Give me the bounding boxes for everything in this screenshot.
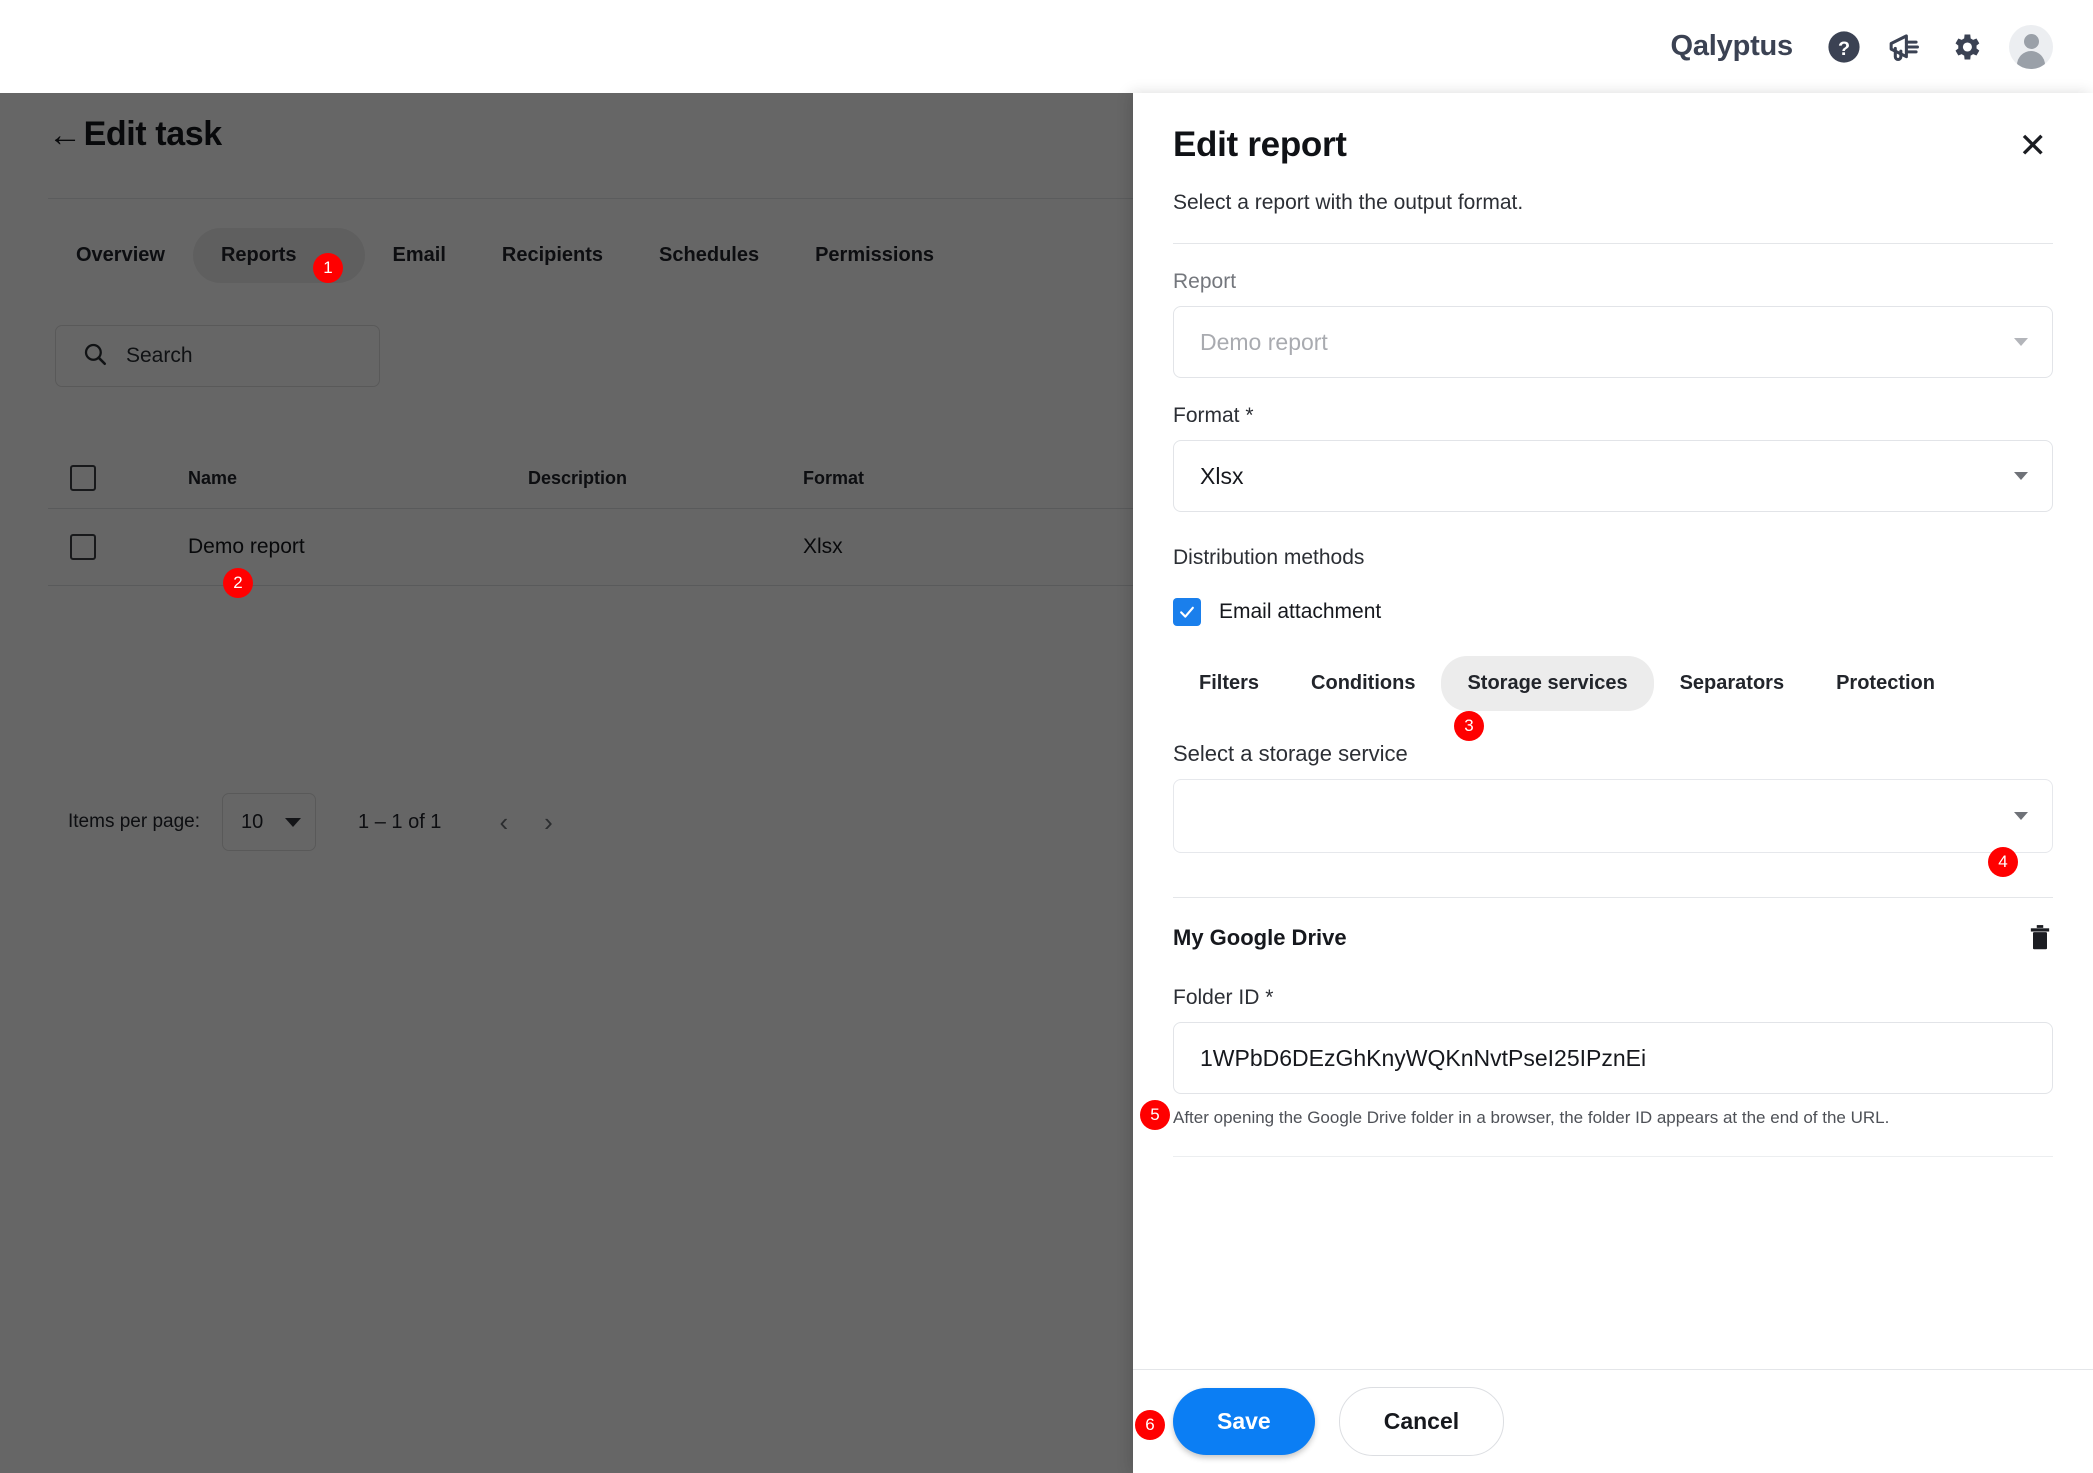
folder-id-divider [1173,1156,2053,1157]
panel-subtitle: Select a report with the output format. [1173,191,1524,214]
help-icon[interactable]: ? [1827,30,1861,64]
report-select: Demo report [1173,306,2053,378]
chevron-down-icon [2014,338,2028,346]
step-badge-5: 5 [1140,1100,1170,1130]
storage-divider [1173,897,2053,898]
avatar-head [2023,33,2039,49]
step-badge-6: 6 [1135,1410,1165,1440]
storage-service-item: My Google Drive [1173,924,2053,952]
subtab-separators-label: Separators [1679,672,1785,694]
report-field-label: Report [1173,270,1237,293]
subtab-conditions-label: Conditions [1311,672,1416,694]
format-select[interactable]: Xlsx [1173,440,2053,512]
email-attachment-checkbox[interactable] [1173,598,1201,626]
svg-text:?: ? [1838,37,1850,59]
top-bar: Qalyptus ? [0,0,2093,93]
step-badge-4: 4 [1988,847,2018,877]
settings-gear-icon[interactable] [1949,30,1983,64]
storage-service-name: My Google Drive [1173,925,1347,950]
chevron-down-icon [2014,472,2028,480]
subtab-storage-services[interactable]: Storage services [1441,656,1654,711]
folder-id-input[interactable]: 1WPbD6DEzGhKnyWQKnNvtPseI25IPznEi [1173,1022,2053,1094]
panel-header: Edit report ✕ [1173,93,2053,167]
step-badge-3: 3 [1454,711,1484,741]
panel-footer: Save Cancel [1133,1369,2093,1473]
subtab-conditions[interactable]: Conditions [1285,656,1441,711]
modal-backdrop-overlay[interactable] [0,93,1133,1473]
app-root: Qalyptus ? ← Edit t [0,0,2093,1473]
distribution-methods-label: Distribution methods [1173,546,1365,569]
panel-body: Edit report ✕ Select a report with the o… [1133,93,2093,1369]
edit-report-panel: Edit report ✕ Select a report with the o… [1133,93,2093,1473]
report-select-value: Demo report [1200,328,1328,355]
chevron-down-icon [2014,812,2028,820]
subtab-storage-services-label: Storage services [1467,672,1628,694]
subtab-protection[interactable]: Protection [1810,656,1961,711]
app-brand: Qalyptus [1670,30,1794,62]
close-icon[interactable]: ✕ [2013,125,2054,167]
format-select-value: Xlsx [1200,462,1244,489]
subtab-filters-label: Filters [1199,672,1260,694]
folder-id-label: Folder ID * [1173,986,1274,1009]
subtab-separators[interactable]: Separators [1654,656,1811,711]
cancel-button[interactable]: Cancel [1338,1387,1505,1456]
trash-icon[interactable] [2027,924,2053,952]
subtab-protection-label: Protection [1836,672,1935,694]
step-badge-2: 2 [223,568,253,598]
avatar-body [2017,50,2045,69]
folder-id-hint: After opening the Google Drive folder in… [1173,1108,1890,1127]
storage-service-label: Select a storage service [1173,741,1408,766]
storage-service-select[interactable] [1173,779,2053,853]
email-attachment-label: Email attachment [1219,600,1382,623]
subtab-filters[interactable]: Filters [1173,656,1285,711]
save-button[interactable]: Save [1173,1388,1315,1455]
format-field-label: Format * [1173,404,1254,427]
folder-id-value: 1WPbD6DEzGhKnyWQKnNvtPseI25IPznEi [1200,1044,1647,1071]
step-badge-1: 1 [313,253,343,283]
user-avatar[interactable] [2009,24,2053,69]
report-subtabs: Filters Conditions Storage services Sepa… [1173,656,2053,711]
panel-title: Edit report [1173,125,1347,164]
email-attachment-row[interactable]: Email attachment [1173,598,2053,626]
announcement-megaphone-icon[interactable] [1887,30,1923,64]
panel-divider [1173,243,2053,244]
